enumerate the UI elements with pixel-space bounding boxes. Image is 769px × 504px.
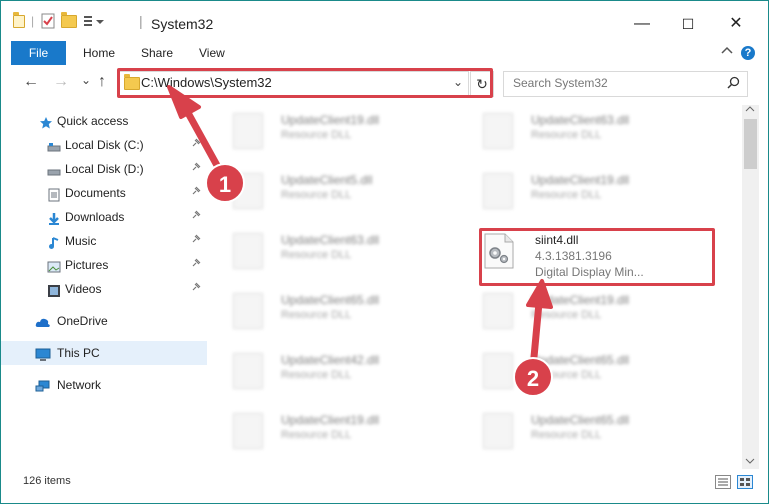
step-1-badge: 1: [205, 163, 245, 203]
explorer-window: | | System32 — ☐ ✕ File Home Share View …: [0, 0, 769, 504]
arrow-2: [526, 279, 553, 361]
arrow-1: [167, 85, 223, 173]
step-2-badge: 2: [513, 357, 553, 397]
annotation-arrows: [167, 85, 553, 361]
